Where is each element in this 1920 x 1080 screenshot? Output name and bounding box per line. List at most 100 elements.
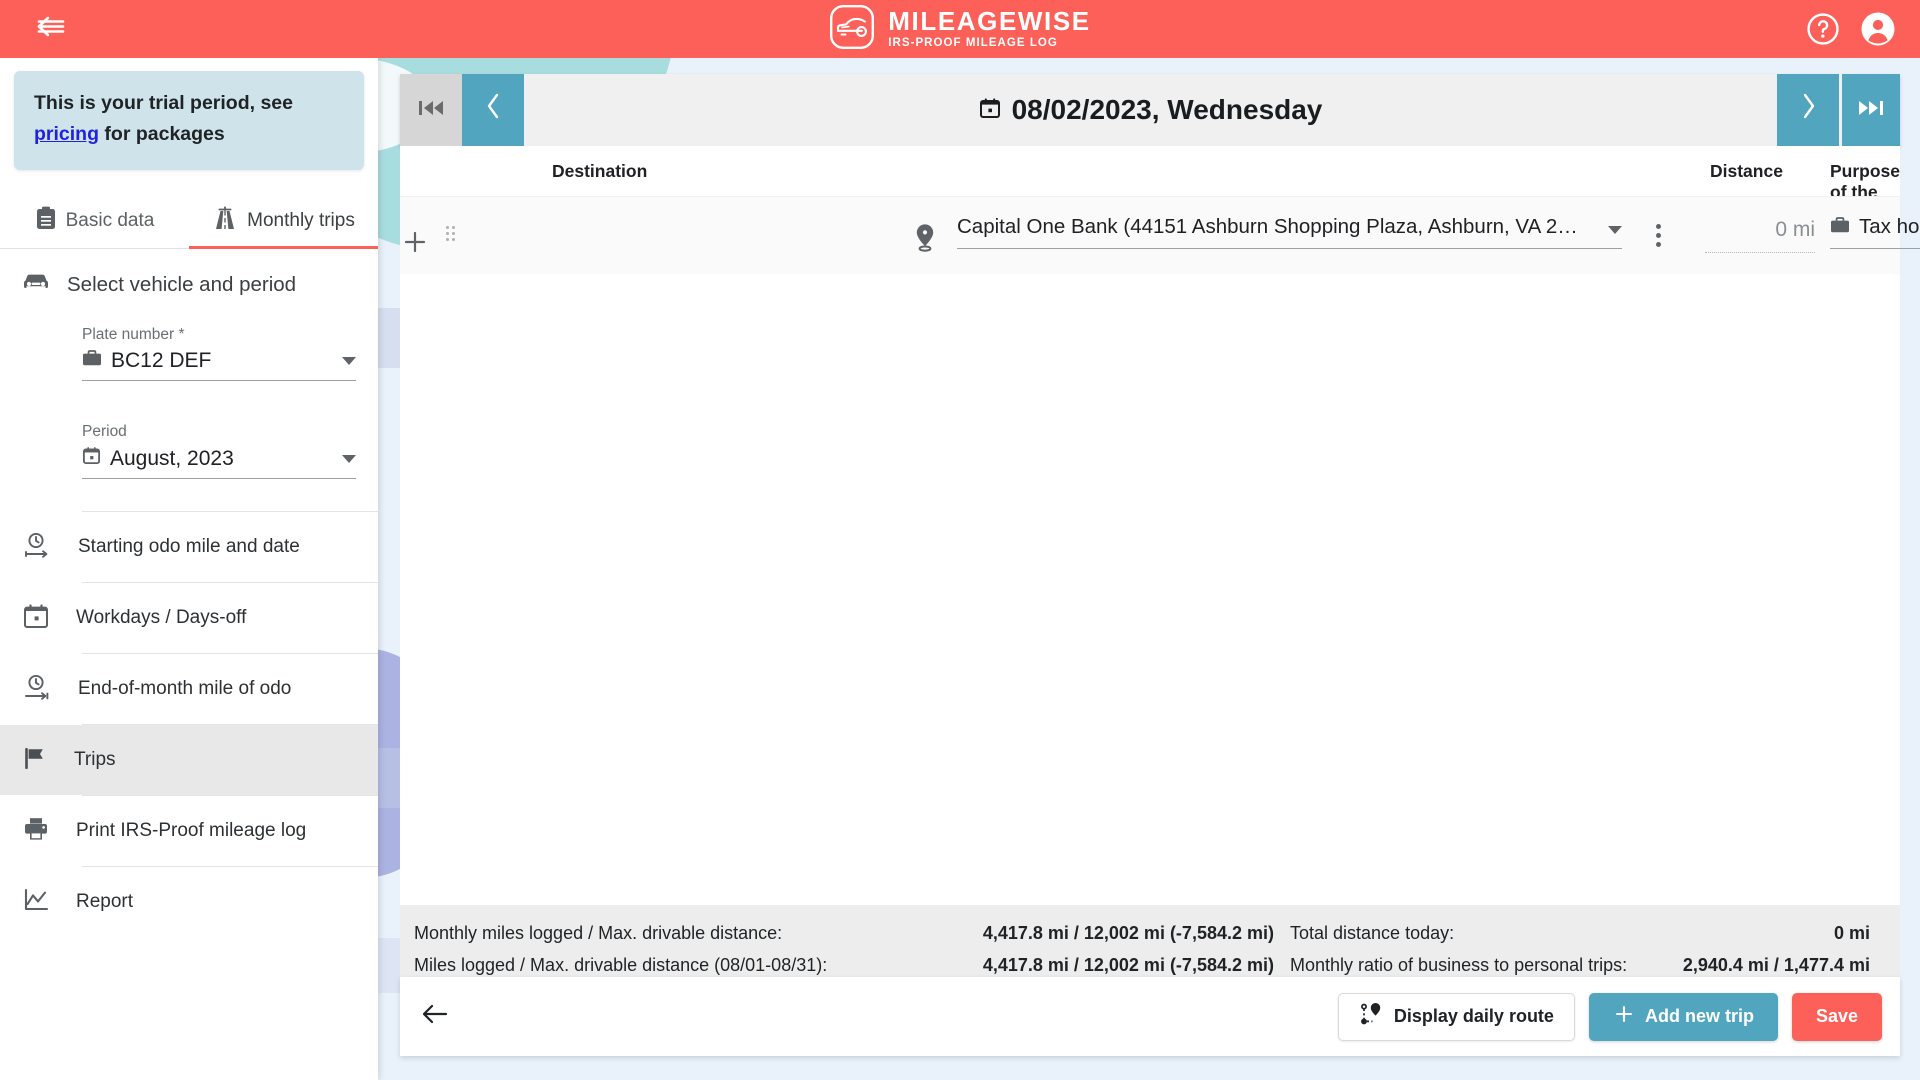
main-panel: 08/02/2023, Wednesday Destination Distan (400, 74, 1920, 1056)
briefcase-icon (1830, 216, 1850, 239)
sidebar-item-report[interactable]: Report (0, 867, 378, 937)
logo-title: MILEAGEWISE (888, 6, 1091, 37)
table-row: Capital One Bank (44151 Ashburn Shopping… (400, 196, 1920, 274)
tab-basic-data[interactable]: Basic data (0, 193, 189, 248)
trial-period-banner: This is your trial period, see pricing f… (14, 71, 364, 170)
column-header-distance: Distance (1710, 161, 1783, 181)
collapse-sidebar-button[interactable] (22, 0, 80, 58)
period-select[interactable]: August, 2023 (82, 446, 356, 479)
chart-line-icon (22, 887, 50, 918)
sidebar-item-trips[interactable]: Trips (0, 725, 378, 795)
display-daily-route-button[interactable]: Display daily route (1337, 992, 1575, 1041)
skip-to-first-icon (416, 96, 446, 125)
route-pins-icon (1359, 1002, 1383, 1031)
period-field: Period August, 2023 (0, 423, 378, 479)
jump-to-last-day-button[interactable] (1842, 74, 1900, 146)
stats-value-total-today: 0 mi (1833, 922, 1870, 943)
app-header: MILEAGEWISE IRS-PROOF MILEAGE LOG (0, 0, 1920, 58)
sidebar-item-workdays[interactable]: Workdays / Days-off (0, 583, 378, 653)
chevron-right-icon (1800, 92, 1817, 128)
sidebar-item-starting-odo[interactable]: Starting odo mile and date (0, 512, 378, 582)
header-actions (1806, 0, 1896, 58)
drag-handle-icon[interactable] (446, 226, 455, 241)
trial-banner-line1: This is your trial period, see (34, 92, 293, 114)
stats-value-monthly-miles: 4,417.8 mi / 12,002 mi (-7,584.2 mi) (982, 922, 1274, 943)
clock-end-icon (22, 672, 52, 707)
trips-table: Destination Distance Purpose of the trip (400, 146, 1920, 956)
sidebar-item-label: Report (76, 891, 134, 912)
trial-banner-text-after: for packages (99, 123, 225, 145)
clipboard-icon (35, 206, 57, 236)
sidebar-item-label: Print IRS-Proof mileage log (76, 820, 307, 841)
plate-number-select[interactable]: BC12 DEF (82, 349, 356, 381)
footer-buttons: Display daily route Add new trip Save (1337, 992, 1882, 1041)
printer-icon (22, 816, 50, 847)
period-value: August, 2023 (110, 446, 234, 470)
select-vehicle-section-label: Select vehicle and period (67, 272, 297, 296)
clock-start-icon (22, 530, 52, 565)
sidebar-item-label: Trips (74, 749, 116, 770)
sidebar-item-print-log[interactable]: Print IRS-Proof mileage log (0, 796, 378, 866)
distance-value: 0 mi (1775, 218, 1815, 241)
destination-input[interactable]: Capital One Bank (44151 Ashburn Shopping… (957, 215, 1622, 249)
period-label: Period (82, 423, 127, 440)
plate-number-value: BC12 DEF (111, 349, 212, 372)
tab-basic-data-label: Basic data (65, 209, 155, 231)
distance-input[interactable]: 0 mi (1705, 218, 1815, 253)
flag-icon (22, 745, 48, 776)
trial-banner-text: This is your trial period, see pricing f… (34, 88, 344, 150)
previous-day-button[interactable] (462, 74, 524, 146)
purpose-value: Tax home (1859, 215, 1920, 238)
chevron-down-icon (342, 454, 356, 463)
sidebar-item-label: End-of-month mile of odo (78, 678, 292, 699)
select-vehicle-section-header: Select vehicle and period (0, 249, 378, 312)
stats-value-period-miles: 4,417.8 mi / 12,002 mi (-7,584.2 mi) (982, 954, 1274, 975)
account-circle-icon[interactable] (1860, 11, 1896, 47)
next-day-button[interactable] (1777, 74, 1839, 146)
current-date-display[interactable]: 08/02/2023, Wednesday (524, 74, 1777, 146)
stats-row: Monthly miles logged / Max. drivable dis… (414, 917, 1870, 949)
table-header-row: Destination Distance Purpose of the trip (400, 146, 1900, 223)
calendar-icon (82, 446, 101, 471)
map-pin-icon[interactable] (912, 222, 938, 257)
sidebar-tabs: Basic data Monthly trips (0, 193, 378, 249)
stats-label-total-today: Total distance today: (1290, 922, 1455, 943)
jump-to-first-day-button[interactable] (400, 74, 462, 146)
app-logo: MILEAGEWISE IRS-PROOF MILEAGE LOG (0, 0, 1920, 58)
footer-action-bar: Display daily route Add new trip Save (400, 977, 1900, 1056)
stats-label-monthly-miles: Monthly miles logged / Max. drivable dis… (414, 922, 783, 943)
sidebar-item-label: Workdays / Days-off (76, 607, 247, 628)
highway-road-icon (212, 206, 238, 236)
pricing-link[interactable]: pricing (34, 123, 99, 145)
save-button[interactable]: Save (1791, 992, 1882, 1041)
chevron-down-icon[interactable] (1608, 226, 1622, 234)
briefcase-icon (82, 349, 102, 373)
tab-monthly-trips[interactable]: Monthly trips (189, 193, 378, 249)
stats-label-business-personal-ratio: Monthly ratio of business to personal tr… (1290, 954, 1628, 975)
calendar-icon (22, 602, 50, 635)
stats-label-period-miles: Miles logged / Max. drivable distance (0… (414, 954, 828, 975)
collapse-sidebar-icon (34, 14, 68, 45)
add-row-button[interactable] (400, 227, 430, 257)
sidebar-item-end-of-month-odo[interactable]: End-of-month mile of odo (0, 654, 378, 724)
add-new-trip-label: Add new trip (1644, 1006, 1754, 1026)
tab-monthly-trips-label: Monthly trips (247, 209, 355, 231)
car-icon (22, 271, 50, 298)
stats-value-business-personal-ratio: 2,940.4 mi / 1,477.4 mi (1682, 954, 1870, 975)
back-button[interactable] (420, 1002, 450, 1031)
add-new-trip-button[interactable]: Add new trip (1588, 992, 1778, 1041)
chevron-down-icon (342, 357, 356, 365)
destination-options-button[interactable] (1656, 224, 1661, 247)
help-circle-icon[interactable] (1806, 12, 1840, 46)
sidebar: This is your trial period, see pricing f… (0, 58, 378, 1080)
plate-number-field: Plate number * BC12 DEF (0, 326, 378, 381)
plate-number-label: Plate number * (82, 326, 185, 343)
column-header-destination: Destination (552, 161, 648, 181)
car-logo-icon (829, 4, 875, 55)
date-text: 08/02/2023, Wednesday (1011, 94, 1323, 125)
skip-to-last-icon (1856, 96, 1886, 125)
sidebar-menu: Starting odo mile and date Workdays / Da… (0, 511, 378, 937)
calendar-icon (979, 97, 1001, 124)
chevron-left-icon (485, 92, 502, 128)
purpose-select[interactable]: Tax home (1830, 215, 1920, 249)
